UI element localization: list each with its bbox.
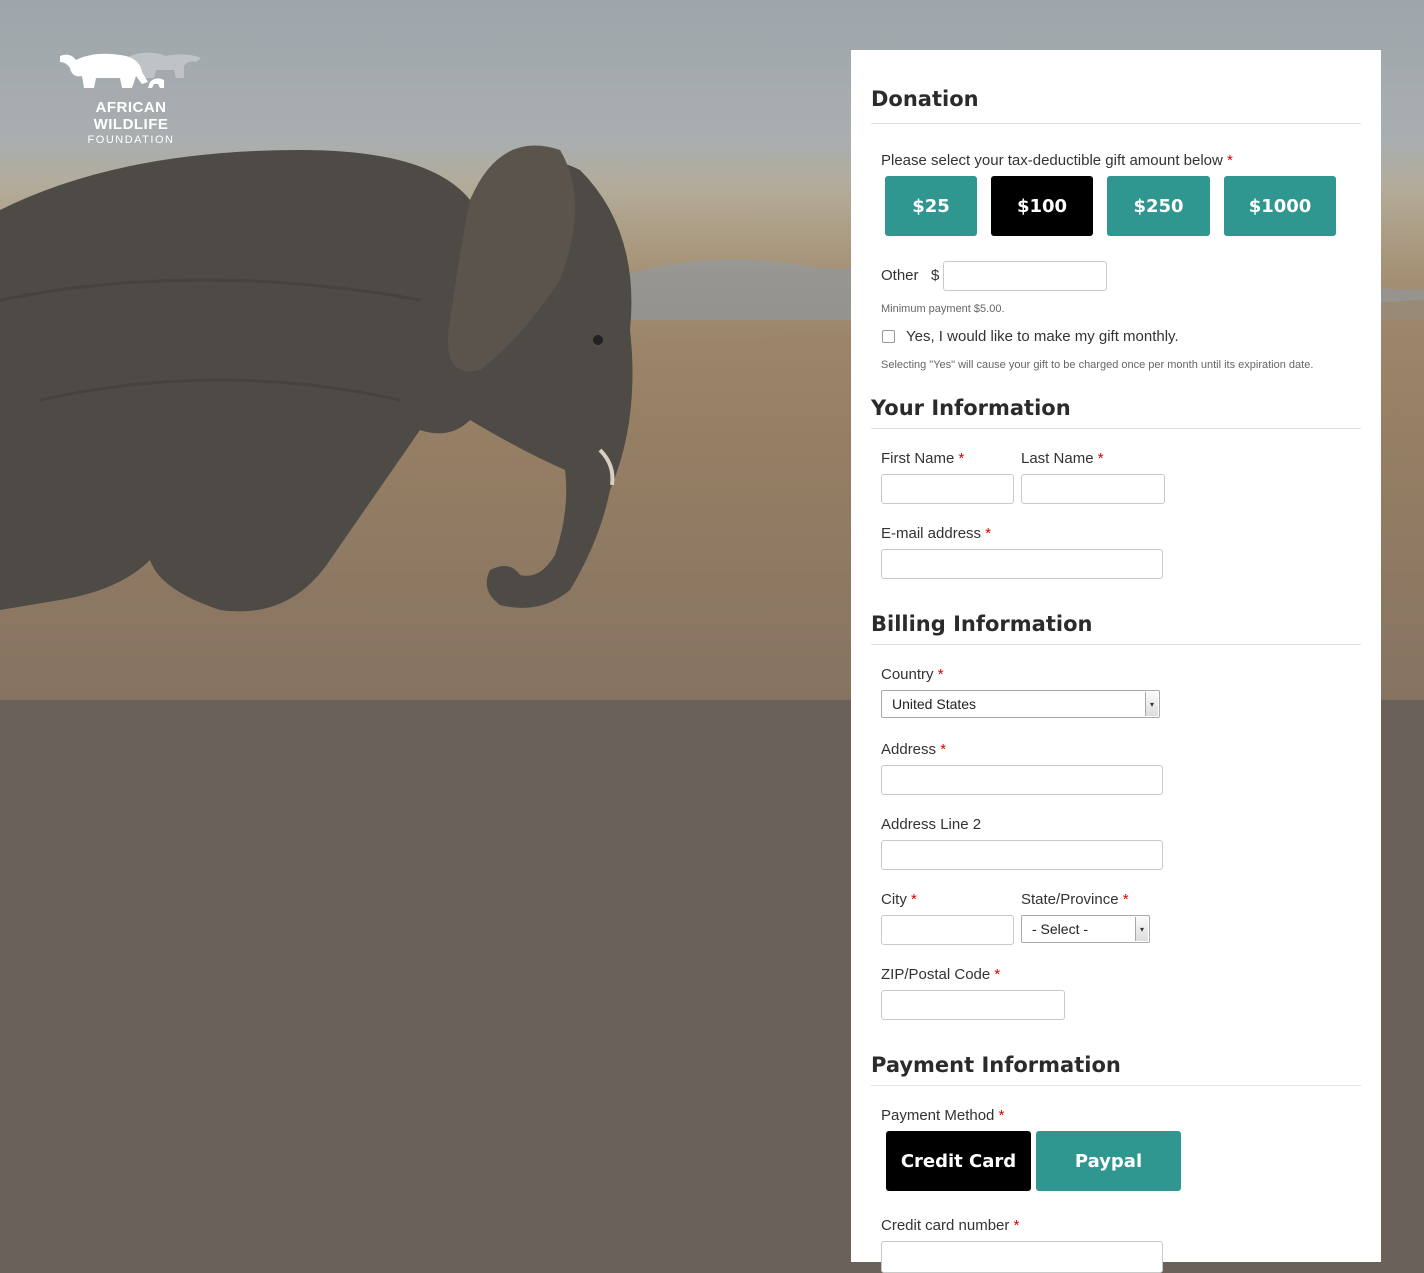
your-info-heading: Your Information xyxy=(871,396,1361,429)
logo-subtext: FOUNDATION xyxy=(87,134,175,146)
other-amount-input[interactable] xyxy=(943,261,1107,291)
amount-button-250[interactable]: $250 xyxy=(1107,176,1210,236)
state-label: State/Province * xyxy=(1021,891,1129,908)
zip-label: ZIP/Postal Code * xyxy=(881,966,1001,983)
country-value: United States xyxy=(892,696,977,712)
payment-method-label: Payment Method * xyxy=(881,1107,1005,1124)
billing-heading: Billing Information xyxy=(871,612,1361,645)
amount-button-25[interactable]: $25 xyxy=(885,176,977,236)
afw-logo[interactable]: AFRICAN WILDLIFE FOUNDATION xyxy=(56,48,206,146)
gift-amount-label: Please select your tax-deductible gift a… xyxy=(881,152,1233,169)
currency-symbol: $ xyxy=(931,267,940,284)
first-name-input[interactable] xyxy=(881,474,1014,504)
paypal-button[interactable]: Paypal xyxy=(1036,1131,1181,1191)
city-input[interactable] xyxy=(881,915,1014,945)
donation-heading: Donation xyxy=(871,87,1361,124)
logo-text: AFRICAN WILDLIFE xyxy=(93,99,169,133)
donation-form-panel: Donation Please select your tax-deductib… xyxy=(851,50,1381,1273)
city-label: City * xyxy=(881,891,917,908)
country-select[interactable]: United States ▾ xyxy=(881,690,1160,718)
donation-section: Donation xyxy=(871,87,1361,124)
amount-buttons: $25 $100 $250 $1000 xyxy=(885,176,1336,236)
amount-button-100[interactable]: $100 xyxy=(991,176,1093,236)
country-label: Country * xyxy=(881,666,944,683)
card-number-label: Credit card number * xyxy=(881,1217,1020,1234)
state-select[interactable]: - Select - ▾ xyxy=(1021,915,1150,943)
address2-label: Address Line 2 xyxy=(881,816,982,833)
zip-input[interactable] xyxy=(881,990,1065,1020)
state-value: - Select - xyxy=(1032,921,1089,937)
card-number-input[interactable] xyxy=(881,1241,1163,1273)
billing-section: Billing Information xyxy=(871,612,1361,645)
monthly-note: Selecting "Yes" will cause your gift to … xyxy=(881,359,1314,371)
last-name-label: Last Name * xyxy=(1021,450,1104,467)
chevron-down-icon: ▾ xyxy=(1135,917,1148,941)
first-name-label: First Name * xyxy=(881,450,965,467)
your-info-section: Your Information xyxy=(871,396,1361,429)
last-name-input[interactable] xyxy=(1021,474,1165,504)
other-label: Other xyxy=(881,267,919,284)
monthly-checkbox[interactable] xyxy=(882,330,895,343)
address-input[interactable] xyxy=(881,765,1163,795)
payment-heading: Payment Information xyxy=(871,1053,1361,1086)
amount-button-1000[interactable]: $1000 xyxy=(1224,176,1336,236)
email-input[interactable] xyxy=(881,549,1163,579)
elephant-logo-icon xyxy=(60,52,201,88)
address-label: Address * xyxy=(881,741,947,758)
credit-card-button[interactable]: Credit Card xyxy=(886,1131,1031,1191)
minimum-payment-note: Minimum payment $5.00. xyxy=(881,303,1005,315)
chevron-down-icon: ▾ xyxy=(1145,692,1158,716)
monthly-label[interactable]: Yes, I would like to make my gift monthl… xyxy=(906,328,1179,345)
payment-section: Payment Information xyxy=(871,1053,1361,1086)
address2-input[interactable] xyxy=(881,840,1163,870)
email-label: E-mail address * xyxy=(881,525,992,542)
